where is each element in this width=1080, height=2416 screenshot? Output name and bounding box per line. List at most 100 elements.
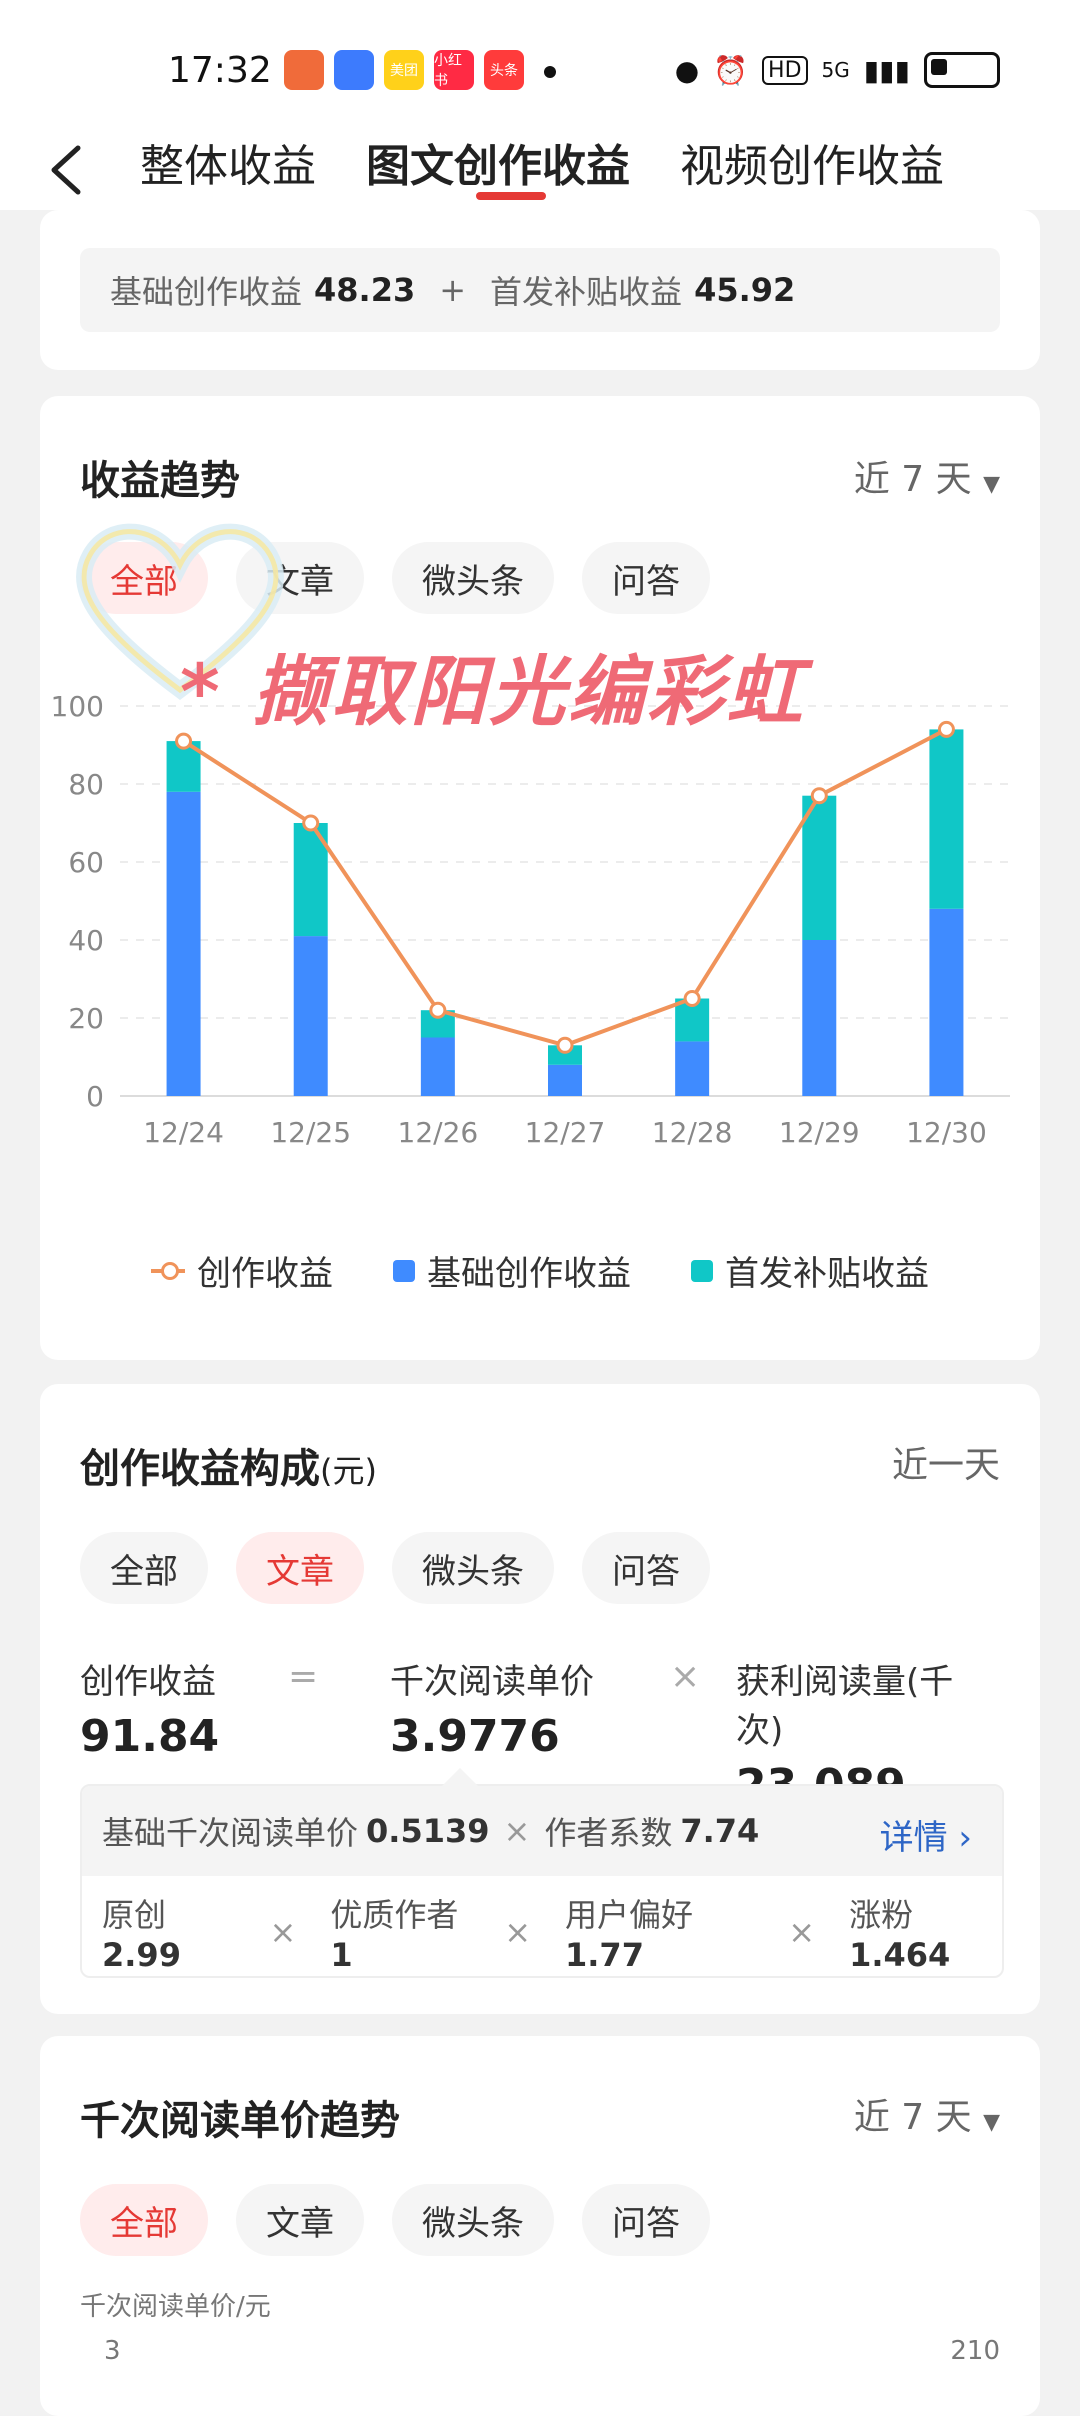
times-sign: ×: [503, 1812, 531, 1850]
line-point: [429, 1001, 447, 1019]
hd-icon: HD: [762, 55, 808, 85]
chip-micro-post[interactable]: 微头条: [392, 1532, 554, 1604]
battery-icon: [924, 52, 1000, 88]
unit-price-value: 3.9776: [390, 1711, 560, 1762]
coef-pointer: [696, 1858, 732, 1876]
composition-period[interactable]: 近一天: [892, 1436, 1000, 1488]
line-point: [810, 787, 828, 805]
x-tick-label: 12/28: [652, 1116, 733, 1149]
income-summary-card: 基础创作收益 48.23 + 首发补贴收益 45.92: [40, 210, 1040, 370]
composition-title-text: 创作收益构成: [80, 1446, 320, 1492]
details-link[interactable]: 详情 ›: [880, 1810, 972, 1859]
y-tick-label: 60: [68, 846, 104, 879]
unit-price-detail-box: 基础千次阅读单价 0.5139 × 作者系数 7.74 详情 › 原创 2.99…: [80, 1768, 1004, 1978]
detail-pointer: [442, 1768, 478, 1786]
read-unit-period-label: 近 7 天: [853, 2097, 972, 2138]
bonus-income-label: 首发补贴收益: [490, 273, 683, 311]
chip-micro-post[interactable]: 微头条: [392, 2184, 554, 2256]
baidu-icon: [334, 50, 374, 90]
blue-swatch-icon: [393, 1259, 415, 1282]
y-tick-label: 0: [86, 1080, 104, 1113]
legend-item-income: 创作收益: [151, 1246, 333, 1295]
y-tick-label: 80: [68, 768, 104, 801]
composition-filter-chips: 全部 文章 微头条 问答: [80, 1532, 710, 1604]
x-tick-label: 12/26: [398, 1116, 479, 1149]
top-nav: 整体收益 图文创作收益 视频创作收益: [0, 120, 1080, 210]
factor-original: 原创 2.99: [102, 1896, 181, 1974]
chip-qa[interactable]: 问答: [582, 542, 710, 614]
chip-all[interactable]: 全部: [80, 542, 208, 614]
factor-follower-gain: 涨粉 1.464: [849, 1896, 951, 1974]
author-coef-value: 7.74: [680, 1812, 760, 1850]
bar-base: [548, 1064, 582, 1096]
factor-quality-author: 优质作者 1: [330, 1896, 459, 1974]
back-icon[interactable]: [46, 140, 86, 200]
dropdown-arrow-icon: ▼: [983, 2110, 1000, 2135]
income-label: 创作收益: [80, 1662, 216, 1702]
x-tick-label: 12/27: [525, 1116, 606, 1149]
times-sign: ×: [670, 1656, 701, 1697]
chip-article[interactable]: 文章: [236, 1532, 364, 1604]
legend-item-base: 基础创作收益: [393, 1246, 631, 1295]
line-point: [937, 720, 955, 738]
bar-base: [802, 940, 837, 1096]
base-income-label: 基础创作收益: [110, 273, 303, 311]
active-tab-indicator: [476, 192, 546, 200]
line-point: [302, 814, 320, 832]
status-time: 17:32: [168, 50, 272, 91]
bar-base: [166, 791, 201, 1096]
times-sign: ×: [788, 1913, 816, 1951]
chip-all[interactable]: 全部: [80, 1532, 208, 1604]
meituan-icon: 美团: [384, 50, 424, 90]
x-tick-label: 12/25: [270, 1116, 351, 1149]
chip-article[interactable]: 文章: [236, 2184, 364, 2256]
income-value: 91.84: [80, 1711, 220, 1762]
bar-base: [420, 1037, 455, 1096]
income-composition-card: 创作收益构成(元) 近一天 全部 文章 微头条 问答 创作收益 91.84 = …: [40, 1384, 1040, 2014]
equals-sign: =: [288, 1656, 319, 1697]
app-icon-1: [284, 50, 324, 90]
legend-item-bonus: 首发补贴收益: [691, 1246, 929, 1295]
composition-unit: (元): [320, 1452, 377, 1490]
chevron-right-icon: ›: [958, 1818, 972, 1858]
chip-qa[interactable]: 问答: [582, 2184, 710, 2256]
notification-dot-icon: [544, 66, 556, 78]
system-icons: ● ⏰ HD 5G ▮▮▮: [675, 52, 1000, 88]
x-tick-label: 12/30: [906, 1116, 987, 1149]
x-tick-label: 12/24: [143, 1116, 224, 1149]
income-formula: 创作收益 91.84 = 千次阅读单价 3.9776 × 获利阅读量(千次) 2…: [80, 1654, 1000, 1811]
status-bar: 17:32 美团 小红书 头条 ● ⏰ HD 5G ▮▮▮: [0, 0, 1080, 140]
tab-article-income[interactable]: 图文创作收益: [366, 130, 630, 194]
y-tick-label: 100: [51, 690, 104, 723]
reads-label: 获利阅读量(千次): [736, 1662, 954, 1751]
legend-label-bonus: 首发补贴收益: [725, 1254, 929, 1294]
line-point: [683, 990, 701, 1007]
times-sign: ×: [269, 1913, 297, 1951]
chip-qa[interactable]: 问答: [582, 1532, 710, 1604]
trend-period-dropdown[interactable]: 近 7 天 ▼: [854, 450, 1000, 502]
read-unit-period-dropdown[interactable]: 近 7 天 ▼: [854, 2088, 1000, 2140]
read-unit-trend-card: 千次阅读单价趋势 近 7 天 ▼ 全部 文章 微头条 问答 千次阅读单价/元 3…: [40, 2036, 1040, 2416]
plus-sign: +: [439, 271, 467, 309]
chip-all[interactable]: 全部: [80, 2184, 208, 2256]
chip-article[interactable]: 文章: [236, 542, 364, 614]
formula-unit-price: 千次阅读单价 3.9776: [390, 1654, 594, 1762]
line-point: [175, 732, 193, 750]
tab-bar: 整体收益 图文创作收益 视频创作收益: [140, 130, 944, 194]
details-label: 详情: [879, 1818, 948, 1858]
y-tick-label: 20: [68, 1002, 104, 1035]
line-point: [556, 1036, 574, 1054]
tab-overall-income[interactable]: 整体收益: [140, 130, 316, 194]
xiaohongshu-icon: 小红书: [434, 50, 474, 90]
unit-price-label: 千次阅读单价: [390, 1662, 594, 1702]
legend-label-income: 创作收益: [197, 1254, 333, 1294]
chip-micro-post[interactable]: 微头条: [392, 542, 554, 614]
income-breakdown-pill: 基础创作收益 48.23 + 首发补贴收益 45.92: [80, 248, 1000, 332]
drop-icon: ●: [674, 53, 700, 87]
trend-filter-chips: 全部 文章 微头条 问答: [80, 542, 710, 614]
toutiao-icon: 头条: [484, 50, 524, 90]
read-unit-filter-chips: 全部 文章 微头条 问答: [80, 2184, 710, 2256]
tab-video-income[interactable]: 视频创作收益: [680, 130, 944, 194]
income-trend-chart: 0 20 40 60 80 100 12/24 12/25 12/26 12/27 12/28 12/…: [51, 690, 1010, 1149]
read-unit-title: 千次阅读单价趋势: [80, 2098, 400, 2144]
